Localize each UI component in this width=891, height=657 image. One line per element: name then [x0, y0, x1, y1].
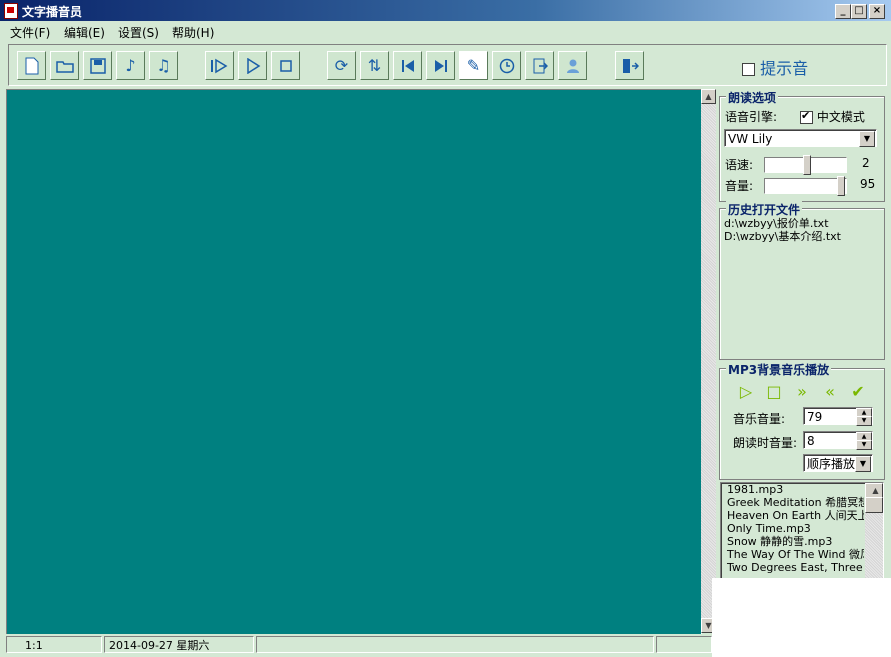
play-icon[interactable]	[238, 51, 267, 80]
speed-slider[interactable]	[764, 155, 847, 175]
hint-sound-toggle[interactable]: 提示音	[742, 55, 808, 79]
mp3-confirm-icon[interactable]: ✔	[848, 383, 868, 401]
menu-file[interactable]: 文件(F)	[10, 24, 50, 41]
menu-edit[interactable]: 编辑(E)	[64, 24, 105, 41]
refresh-icon[interactable]: ⟳	[327, 51, 356, 80]
close-button[interactable]: ×	[869, 4, 885, 19]
play-mode-value: 顺序播放	[807, 457, 856, 471]
hint-sound-checkbox[interactable]	[742, 63, 755, 76]
history-group: 历史打开文件 d:\wzbyy\报价单.txt D:\wzbyy\基本介绍.tx…	[719, 201, 885, 360]
stepper-down-icon[interactable]: ▼	[856, 416, 872, 426]
menu-help[interactable]: 帮助(H)	[172, 24, 214, 41]
playlist-item[interactable]: Heaven On Earth 人间天上.m	[724, 509, 864, 522]
speed-label: 语速:	[725, 158, 754, 172]
menu-bar: 文件(F) 编辑(E) 设置(S) 帮助(H)	[0, 21, 891, 41]
app-icon	[4, 3, 18, 19]
edit-icon[interactable]: ✎	[459, 51, 488, 80]
clock-icon[interactable]	[492, 51, 521, 80]
chevron-down-icon[interactable]: ▼	[855, 456, 871, 472]
history-list[interactable]: d:\wzbyy\报价单.txt D:\wzbyy\基本介绍.txt	[721, 217, 881, 355]
blank-region	[712, 578, 891, 657]
new-file-icon[interactable]	[17, 51, 46, 80]
user-icon[interactable]	[558, 51, 587, 80]
playlist-item[interactable]: The Way Of The Wind 微风吹	[724, 548, 864, 561]
reading-volume-stepper[interactable]: 8 ▲ ▼	[803, 431, 873, 450]
toolbar: ♪ ♫ ⟳ ⇅ ✎ 提示音	[8, 44, 887, 86]
playlist-item[interactable]: Snow 静静的雪.mp3	[724, 535, 864, 548]
text-editor-area[interactable]	[6, 89, 702, 635]
mp3-prev-icon[interactable]: «	[820, 383, 840, 401]
playlist-scroll-thumb[interactable]	[865, 497, 883, 513]
exit-icon[interactable]	[615, 51, 644, 80]
maximize-button[interactable]: □	[851, 4, 867, 19]
stop-icon[interactable]	[271, 51, 300, 80]
window-title: 文字播音员	[22, 5, 83, 19]
app-window: 文字播音员 _ □ × 文件(F) 编辑(E) 设置(S) 帮助(H) ♪ ♫	[0, 0, 891, 657]
scroll-up-arrow[interactable]: ▲	[865, 483, 883, 498]
play-from-icon[interactable]	[205, 51, 234, 80]
history-title: 历史打开文件	[726, 201, 803, 218]
volume-value: 95	[860, 177, 876, 191]
mp3-play-icon[interactable]: ▷	[736, 383, 756, 401]
reading-options-group: 朗读选项 语音引擎: 中文模式 VW Lily ▼ 语速: 2 音量: 95	[719, 89, 885, 202]
music-volume-value: 79	[807, 410, 823, 424]
speed-value: 2	[862, 156, 870, 170]
voice-value: VW Lily	[728, 132, 773, 146]
chinese-mode-label: 中文模式	[816, 110, 865, 124]
mp3-stop-icon[interactable]: □	[764, 383, 784, 401]
right-panel: 朗读选项 语音引擎: 中文模式 VW Lily ▼ 语速: 2 音量: 95 历…	[719, 88, 885, 580]
reading-options-title: 朗读选项	[726, 89, 779, 106]
voice-select[interactable]: VW Lily ▼	[724, 129, 877, 147]
export-icon[interactable]	[525, 51, 554, 80]
playlist-scrollbar[interactable]: ▲	[865, 483, 883, 579]
speed-slider-thumb[interactable]	[803, 155, 811, 175]
reading-volume-value: 8	[807, 434, 815, 448]
music-notes-icon[interactable]: ♫	[149, 51, 178, 80]
status-date: 2014-09-27 星期六	[104, 636, 254, 653]
skip-back-icon[interactable]	[393, 51, 422, 80]
mp3-title: MP3背景音乐播放	[726, 361, 832, 378]
mp3-next-icon[interactable]: »	[792, 383, 812, 401]
minimize-button[interactable]: _	[835, 4, 851, 19]
menu-settings[interactable]: 设置(S)	[118, 24, 159, 41]
mp3-playlist[interactable]: 1981.mp3 Greek Meditation 希腊冥想曲 Heaven O…	[720, 482, 884, 580]
reading-volume-label: 朗读时音量:	[733, 436, 798, 450]
skip-forward-icon[interactable]	[426, 51, 455, 80]
volume-slider[interactable]	[764, 176, 847, 196]
hint-sound-label: 提示音	[760, 59, 809, 78]
chevron-down-icon[interactable]: ▼	[859, 131, 875, 147]
volume-slider-thumb[interactable]	[837, 176, 845, 196]
title-bar: 文字播音员 _ □ ×	[0, 0, 891, 21]
loop-icon[interactable]: ⇅	[360, 51, 389, 80]
editor-scrollbar[interactable]: ▲ ▼	[701, 89, 716, 633]
save-icon[interactable]	[83, 51, 112, 80]
chinese-mode-checkbox[interactable]	[800, 109, 813, 124]
status-empty-2	[656, 636, 712, 653]
volume-label: 音量:	[725, 179, 754, 193]
playlist-item[interactable]: Greek Meditation 希腊冥想曲	[724, 496, 864, 509]
playlist-item[interactable]: Two Degrees East, Three Deg	[724, 561, 864, 574]
music-volume-stepper[interactable]: 79 ▲ ▼	[803, 407, 873, 426]
engine-label: 语音引擎:	[725, 110, 778, 124]
playlist-item[interactable]: Only Time.mp3	[724, 522, 864, 535]
cursor-position: 1:1	[6, 636, 102, 653]
stepper-down-icon[interactable]: ▼	[856, 440, 872, 450]
music-note-icon[interactable]: ♪	[116, 51, 145, 80]
playlist-item[interactable]: 1981.mp3	[724, 483, 864, 496]
history-item[interactable]: d:\wzbyy\报价单.txt	[721, 217, 881, 230]
scroll-up-arrow[interactable]: ▲	[701, 89, 716, 104]
status-empty-1	[256, 636, 654, 653]
music-volume-label: 音乐音量:	[733, 412, 786, 426]
history-item[interactable]: D:\wzbyy\基本介绍.txt	[721, 230, 881, 243]
chinese-mode-toggle[interactable]: 中文模式	[800, 108, 865, 125]
open-folder-icon[interactable]	[50, 51, 79, 80]
play-mode-select[interactable]: 顺序播放 ▼	[803, 454, 873, 472]
